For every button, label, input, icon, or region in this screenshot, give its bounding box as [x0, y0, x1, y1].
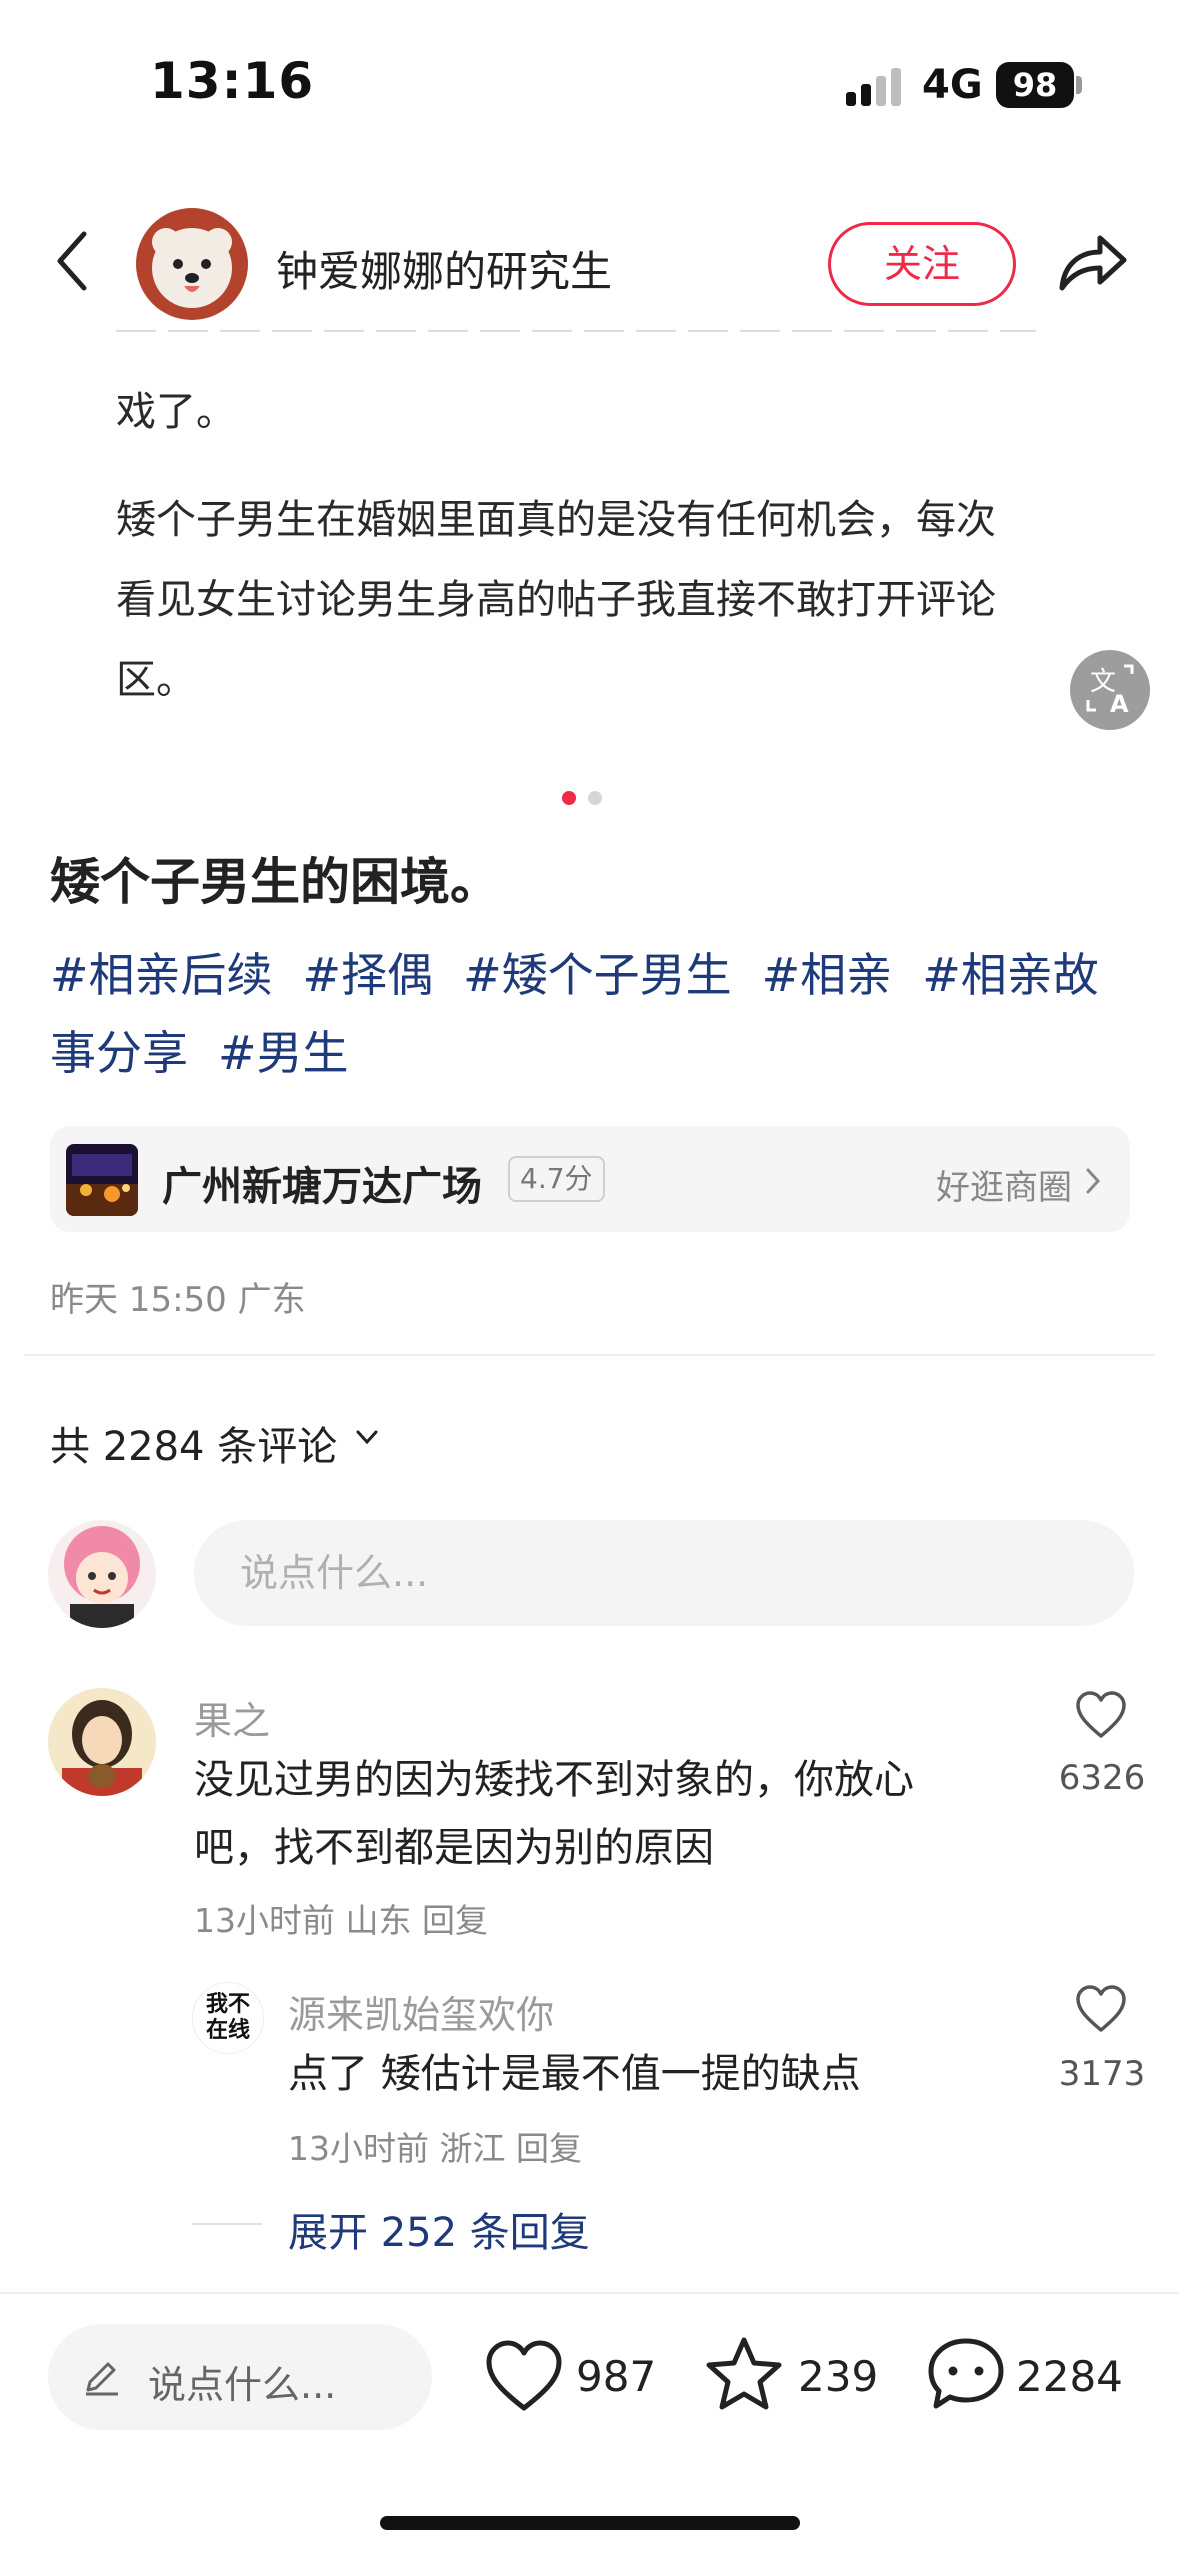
my-avatar — [48, 1520, 156, 1628]
comment-like-count: 6326 — [1058, 1758, 1146, 1798]
pencil-icon — [86, 2362, 118, 2396]
bottom-comment-input[interactable]: 说点什么... — [48, 2324, 432, 2430]
back-arrow-icon[interactable] — [48, 226, 98, 296]
location-category: 好逛商圈 — [936, 1168, 1072, 1208]
like-heart-icon[interactable] — [484, 2338, 564, 2414]
star-icon[interactable] — [704, 2336, 784, 2412]
hashtag[interactable]: #相亲 — [762, 948, 893, 1002]
comment-text-line: 吧，找不到都是因为别的原因 — [194, 1825, 714, 1871]
author-name[interactable]: 钟爱娜娜的研究生 — [276, 238, 612, 299]
image-pager-dots — [562, 790, 614, 809]
translate-icon: 文 A — [1086, 664, 1134, 718]
status-time: 13:16 — [150, 52, 315, 110]
translate-button[interactable]: 文 A — [1070, 650, 1150, 730]
heart-icon[interactable] — [1074, 1690, 1128, 1740]
star-count: 239 — [798, 2352, 879, 2401]
comment-bubble-icon[interactable] — [926, 2336, 1006, 2412]
reply-meta: 13小时前 浙江 回复 — [288, 2129, 582, 2168]
reply-like-count: 3173 — [1058, 2054, 1146, 2094]
clipped-text-line — [116, 330, 1056, 356]
svg-text:A: A — [1110, 690, 1129, 718]
hashtag[interactable]: #矮个子男生 — [463, 948, 732, 1002]
hashtag[interactable]: #男生 — [218, 1026, 349, 1080]
commenter-name[interactable]: 果之 — [194, 1690, 270, 1745]
location-name: 广州新塘万达广场 — [162, 1164, 482, 1210]
share-icon[interactable] — [1054, 226, 1130, 296]
location-score-badge: 4.7分 — [508, 1156, 605, 1202]
battery-indicator: 98 — [996, 62, 1074, 108]
battery-tip — [1076, 76, 1082, 94]
dog-avatar-icon — [136, 208, 248, 320]
reply-avatar[interactable]: 我不 在线 — [192, 1982, 264, 2054]
post-paragraph-line-3: 区。 — [116, 657, 196, 703]
post-title: 矮个子男生的困境。 — [50, 853, 500, 911]
comment-meta: 13小时前 山东 回复 — [194, 1901, 488, 1940]
expand-replies-link[interactable]: 展开 252 条回复 — [288, 2200, 590, 2258]
network-label: 4G — [922, 62, 983, 108]
commenter-avatar[interactable] — [48, 1688, 156, 1796]
location-card[interactable]: 广州新塘万达广场 4.7分 好逛商圈 — [50, 1126, 1130, 1232]
comment-text-line: 没见过男的因为矮找不到对象的，你放心 — [194, 1757, 914, 1803]
location-thumbnail — [66, 1144, 138, 1216]
hashtag[interactable]: #相亲后续 — [50, 948, 273, 1002]
reply-avatar-text: 我不 — [205, 1992, 250, 2017]
heart-icon[interactable] — [1074, 1984, 1128, 2034]
hashtag[interactable]: #相亲故 — [922, 948, 1099, 1002]
reply-text: 点了 矮估计是最不值一提的缺点 — [288, 2051, 861, 2097]
bottom-divider — [0, 2292, 1179, 2294]
post-text-fragment: 戏了。 — [116, 389, 236, 435]
chevron-down-icon[interactable] — [354, 1424, 380, 1450]
post-paragraph-line-2: 看见女生讨论男生身高的帖子我直接不敢打开评论 — [116, 577, 996, 623]
bottom-input-placeholder: 说点什么... — [148, 2363, 337, 2407]
author-avatar[interactable] — [136, 208, 248, 320]
chevron-right-icon — [1086, 1168, 1101, 1194]
home-indicator — [380, 2516, 800, 2530]
comment-text: 没见过男的因为矮找不到对象的，你放心 吧，找不到都是因为别的原因 — [194, 1746, 994, 1882]
expand-divider — [192, 2223, 262, 2225]
comment-count-sort[interactable]: 共 2284 条评论 — [50, 1414, 337, 1472]
pager-dot — [588, 791, 602, 805]
like-count: 987 — [576, 2352, 657, 2401]
comment-input[interactable]: 说点什么... — [194, 1520, 1134, 1626]
section-divider — [24, 1354, 1155, 1356]
post-timestamp: 昨天 15:50 广东 — [50, 1280, 306, 1320]
follow-button[interactable]: 关注 — [828, 222, 1016, 306]
hashtag-list: #相亲后续 #择偶 #矮个子男生 #相亲 #相亲故 事分享 #男生 — [50, 936, 1150, 1092]
signal-icon — [846, 68, 901, 106]
reply-author-name[interactable]: 源来凯始玺欢你 — [288, 1984, 554, 2039]
post-paragraph-line-1: 矮个子男生在婚姻里面真的是没有任何机会，每次 — [116, 497, 996, 543]
pager-dot-active — [562, 791, 576, 805]
hashtag[interactable]: #择偶 — [303, 948, 434, 1002]
comment-count: 2284 — [1016, 2352, 1123, 2401]
hashtag[interactable]: 事分享 — [50, 1026, 188, 1080]
reply-avatar-text: 在线 — [205, 2018, 250, 2043]
